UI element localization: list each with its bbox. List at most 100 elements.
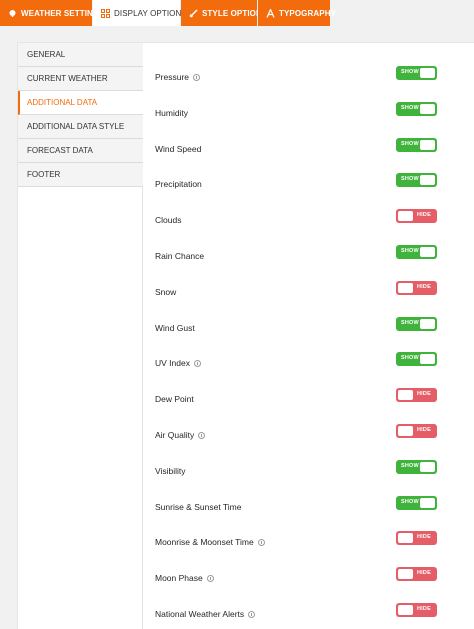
option-label-text: Snow	[155, 286, 177, 297]
option-row: Pressure SHOW	[144, 63, 474, 93]
option-label: Precipitation	[155, 179, 202, 189]
toggle-state-label: HIDE	[417, 391, 431, 398]
visibility-toggle[interactable]: HIDE	[396, 567, 437, 582]
visibility-toggle[interactable]: SHOW	[396, 495, 437, 510]
info-icon[interactable]	[193, 359, 201, 367]
toggle-knob	[420, 497, 435, 508]
tab-weather-settings[interactable]: WEATHER SETTINGS	[0, 0, 105, 26]
visibility-toggle[interactable]: SHOW	[396, 316, 437, 331]
toggle-state-label: HIDE	[417, 212, 431, 219]
toggle-state-label: SHOW	[401, 462, 419, 469]
option-label: UV Index	[155, 358, 201, 368]
toggle-state-label: SHOW	[401, 69, 419, 75]
section-menu: GENERAL CURRENT WEATHER ADDITIONAL DATA …	[18, 43, 143, 629]
menu-item-general[interactable]: GENERAL	[18, 43, 143, 67]
option-row: Sunrise & Sunset Time SHOW	[144, 493, 474, 523]
visibility-toggle[interactable]: HIDE	[396, 424, 437, 438]
tab-label: TYPOGRAPHY	[279, 8, 337, 18]
brush-icon	[189, 8, 198, 18]
option-row: Humidity SHOW	[144, 99, 474, 129]
option-label: Pressure	[155, 72, 201, 82]
option-row: Precipitation SHOW	[144, 170, 474, 200]
toggle-state-label: SHOW	[401, 248, 419, 254]
toggle-knob	[398, 605, 413, 615]
visibility-toggle[interactable]: HIDE	[396, 280, 437, 295]
toggle-state-label: SHOW	[401, 104, 419, 111]
visibility-toggle[interactable]: HIDE	[396, 603, 437, 617]
option-label-text: Moon Phase	[155, 573, 203, 584]
menu-item-label: ADDITIONAL DATA	[27, 98, 98, 107]
visibility-toggle[interactable]: SHOW	[396, 459, 437, 474]
option-row: National Weather Alerts HIDE	[144, 600, 474, 629]
menu-item-additional-data[interactable]: ADDITIONAL DATA	[18, 91, 143, 115]
info-icon[interactable]	[257, 538, 265, 546]
toggle-state-label: SHOW	[401, 140, 419, 147]
cloud-icon	[8, 9, 17, 18]
option-label: Clouds	[155, 215, 181, 225]
toggle-state-label: SHOW	[401, 319, 419, 326]
toggle-state-label: SHOW	[401, 355, 419, 362]
visibility-toggle[interactable]: SHOW	[396, 66, 437, 80]
option-row: Dew Point HIDE	[144, 385, 474, 415]
option-label-text: UV Index	[155, 358, 190, 369]
toggle-knob	[398, 426, 413, 436]
option-label: Moonrise & Moonset Time	[155, 537, 265, 547]
visibility-toggle[interactable]: SHOW	[396, 245, 437, 259]
option-label-text: Dew Point	[155, 394, 194, 405]
option-row: Moonrise & Moonset Time HIDE	[144, 528, 474, 558]
visibility-toggle[interactable]: SHOW	[396, 101, 437, 116]
menu-item-footer[interactable]: FOOTER	[18, 163, 143, 187]
option-row: Snow HIDE	[144, 278, 474, 308]
tab-style-options[interactable]: STYLE OPTIONS	[181, 0, 267, 26]
info-icon[interactable]	[206, 574, 214, 582]
visibility-toggle[interactable]: SHOW	[396, 137, 437, 152]
toggle-knob	[420, 354, 435, 365]
settings-panel: GENERAL CURRENT WEATHER ADDITIONAL DATA …	[17, 42, 474, 629]
visibility-toggle[interactable]: SHOW	[396, 352, 437, 367]
option-label-text: Precipitation	[155, 179, 202, 190]
option-label-text: Humidity	[155, 107, 189, 118]
visibility-toggle[interactable]: HIDE	[396, 388, 437, 403]
option-label-text: Clouds	[155, 215, 182, 226]
option-row: Air Quality HIDE	[144, 421, 474, 451]
option-label: Air Quality	[155, 430, 206, 440]
toggle-knob	[398, 569, 413, 580]
option-label: Moon Phase	[155, 573, 214, 583]
option-row: Visibility SHOW	[144, 457, 474, 487]
option-label: Wind Gust	[155, 323, 195, 333]
menu-item-current-weather[interactable]: CURRENT WEATHER	[18, 67, 143, 91]
toggle-knob	[398, 533, 413, 544]
toggle-knob	[420, 247, 435, 257]
info-icon[interactable]	[248, 610, 256, 618]
option-label: Humidity	[155, 108, 188, 118]
visibility-toggle[interactable]: SHOW	[396, 173, 437, 188]
option-label: Rain Chance	[155, 251, 204, 261]
toggle-state-label: HIDE	[417, 534, 431, 541]
option-label: Visibility	[155, 466, 186, 476]
option-list: Pressure SHOW Humidity SHOW Wind Speed SHOW Pr…	[144, 43, 474, 629]
toggle-knob	[420, 461, 435, 472]
option-label-text: Wind Gust	[155, 322, 195, 333]
info-icon[interactable]	[193, 73, 201, 81]
tab-typography[interactable]: TYPOGRAPHY	[258, 0, 336, 26]
option-row: Wind Speed SHOW	[144, 135, 474, 165]
toggle-knob	[420, 68, 435, 78]
menu-item-additional-data-style[interactable]: ADDITIONAL DATA STYLE	[18, 115, 143, 139]
option-row: Wind Gust SHOW	[144, 314, 474, 344]
option-label-text: Pressure	[155, 72, 190, 82]
top-tab-bar: WEATHER SETTINGS DISPLAY OPTIONS STYLE O…	[0, 0, 474, 26]
toggle-knob	[420, 103, 435, 114]
tab-display-options[interactable]: DISPLAY OPTIONS	[93, 0, 187, 26]
option-label: Wind Speed	[155, 144, 201, 154]
option-label-text: Sunrise & Sunset Time	[155, 501, 242, 512]
option-label-text: Wind Speed	[155, 143, 202, 154]
option-row: UV Index SHOW	[144, 349, 474, 379]
toggle-knob	[420, 318, 435, 329]
toggle-knob	[398, 282, 413, 293]
tab-label: DISPLAY OPTIONS	[114, 8, 187, 18]
info-icon[interactable]	[198, 431, 206, 439]
toggle-state-label: HIDE	[417, 283, 431, 290]
menu-item-forecast-data[interactable]: FORECAST DATA	[18, 139, 143, 163]
visibility-toggle[interactable]: HIDE	[396, 531, 437, 546]
visibility-toggle[interactable]: HIDE	[396, 209, 437, 224]
